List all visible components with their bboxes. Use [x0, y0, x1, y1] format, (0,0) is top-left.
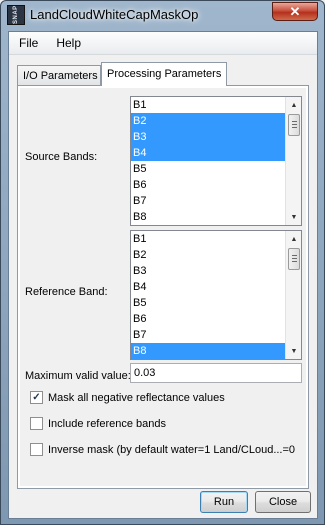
source-band-item-b3[interactable]: B3	[131, 129, 285, 145]
inverse-mask-checkbox[interactable]	[30, 443, 43, 456]
dialog-client-area: File Help I/O Parameters Processing Para…	[8, 31, 318, 519]
menu-bar: File Help	[9, 32, 317, 55]
processing-parameters-panel: Source Bands: B1 B2 B3 B4 B5 B6 B7 B8 ▲ ▼ Re	[17, 85, 309, 489]
reference-band-item-b6[interactable]: B6	[131, 311, 285, 327]
reference-band-item-b3[interactable]: B3	[131, 263, 285, 279]
include-reference-checkbox[interactable]	[30, 417, 43, 430]
reference-band-list[interactable]: B1 B2 B3 B4 B5 B6 B7 B8 ▲ ▼	[130, 230, 302, 360]
scroll-up-arrow-icon[interactable]: ▲	[286, 231, 301, 247]
checkmark-icon: ✓	[32, 391, 41, 403]
source-band-item-b8[interactable]: B8	[131, 209, 285, 225]
snap-logo-icon: SNAP	[7, 5, 25, 25]
mask-negative-checkbox[interactable]: ✓	[30, 391, 43, 404]
source-band-item-b6[interactable]: B6	[131, 177, 285, 193]
menu-file[interactable]: File	[9, 32, 47, 55]
tab-io-parameters[interactable]: I/O Parameters	[17, 65, 101, 85]
include-reference-checkbox-row[interactable]: Include reference bands	[30, 417, 166, 430]
reference-band-label: Reference Band:	[25, 286, 108, 298]
source-band-item-b4[interactable]: B4	[131, 145, 285, 161]
scroll-down-arrow-icon[interactable]: ▼	[286, 343, 301, 359]
max-valid-value-label: Maximum valid value:	[25, 370, 131, 382]
menu-help[interactable]: Help	[47, 32, 90, 55]
reference-band-item-b1[interactable]: B1	[131, 231, 285, 247]
scroll-up-arrow-icon[interactable]: ▲	[286, 97, 301, 113]
mask-negative-checkbox-row[interactable]: ✓ Mask all negative reflectance values	[30, 391, 225, 404]
source-bands-label: Source Bands:	[25, 151, 98, 163]
window-title: LandCloudWhiteCapMaskOp	[30, 7, 199, 22]
close-button[interactable]: Close	[255, 491, 311, 513]
parameters-form: Source Bands: B1 B2 B3 B4 B5 B6 B7 B8 ▲ ▼ Re	[20, 88, 306, 486]
reference-band-item-b4[interactable]: B4	[131, 279, 285, 295]
reference-band-item-b2[interactable]: B2	[131, 247, 285, 263]
window-close-button[interactable]: ✕	[272, 2, 318, 21]
source-band-item-b1[interactable]: B1	[131, 97, 285, 113]
inverse-mask-checkbox-row[interactable]: Inverse mask (by default water=1 Land/CL…	[30, 443, 295, 456]
reference-band-item-b8[interactable]: B8	[131, 343, 285, 359]
tab-processing-parameters[interactable]: Processing Parameters	[101, 62, 227, 86]
reference-band-item-b7[interactable]: B7	[131, 327, 285, 343]
reference-band-item-b5[interactable]: B5	[131, 295, 285, 311]
scroll-thumb[interactable]	[288, 248, 300, 270]
include-reference-label: Include reference bands	[48, 417, 167, 430]
inverse-mask-label: Inverse mask (by default water=1 Land/CL…	[48, 443, 296, 456]
source-band-item-b5[interactable]: B5	[131, 161, 285, 177]
run-button[interactable]: Run	[200, 491, 248, 513]
source-bands-scrollbar[interactable]: ▲ ▼	[285, 97, 301, 225]
source-band-item-b7[interactable]: B7	[131, 193, 285, 209]
source-bands-list[interactable]: B1 B2 B3 B4 B5 B6 B7 B8 ▲ ▼	[130, 96, 302, 226]
app-window: SNAP LandCloudWhiteCapMaskOp ✕ File Help…	[0, 0, 325, 525]
source-band-item-b2[interactable]: B2	[131, 113, 285, 129]
max-valid-value-input[interactable]: 0.03	[130, 363, 302, 383]
reference-band-scrollbar[interactable]: ▲ ▼	[285, 231, 301, 359]
title-bar[interactable]: SNAP LandCloudWhiteCapMaskOp ✕	[1, 1, 324, 29]
scroll-thumb[interactable]	[288, 114, 300, 136]
mask-negative-label: Mask all negative reflectance values	[48, 391, 225, 404]
scroll-down-arrow-icon[interactable]: ▼	[286, 209, 301, 225]
